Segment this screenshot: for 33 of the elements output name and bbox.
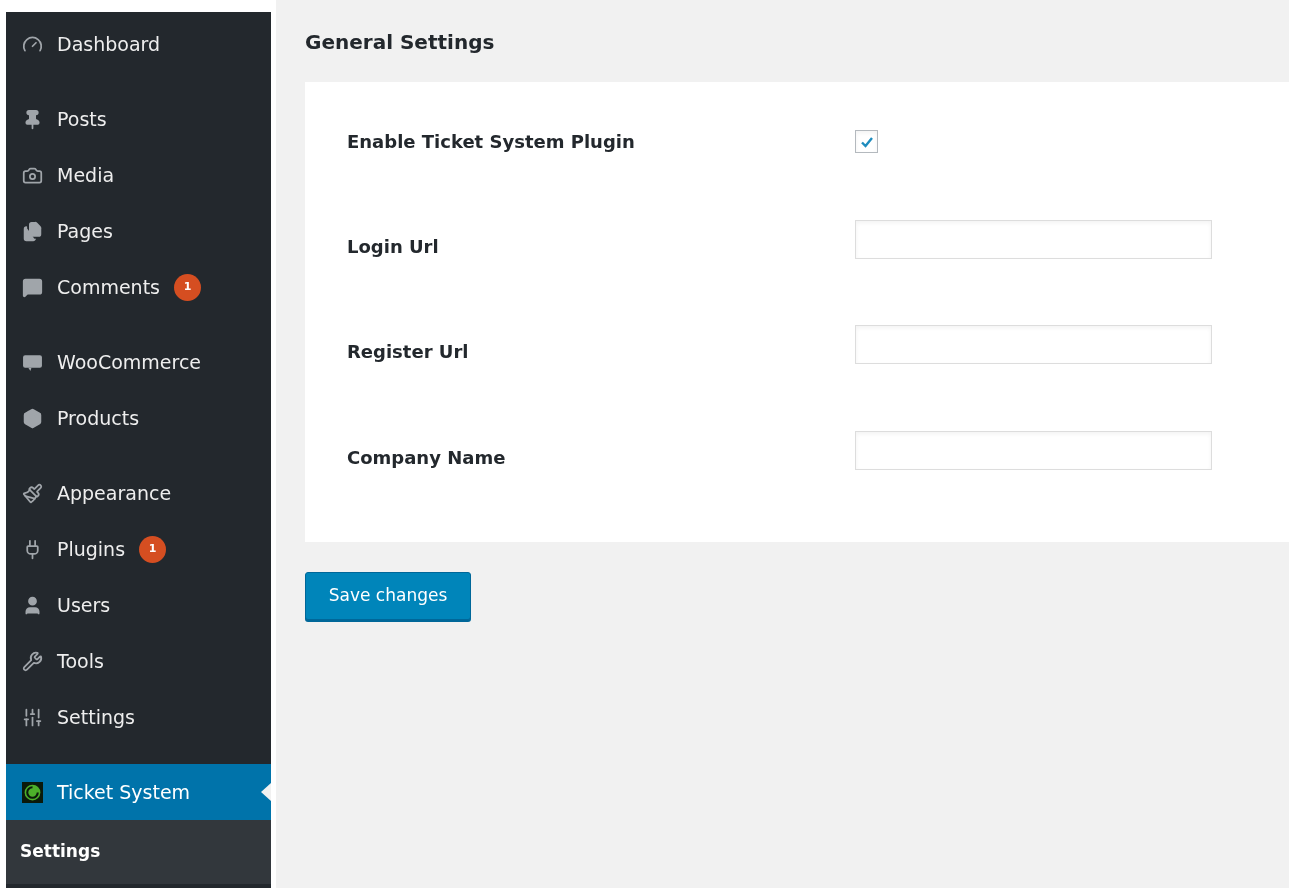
sliders-icon xyxy=(22,706,43,728)
wrench-icon xyxy=(22,650,43,672)
sidebar-item[interactable]: Dashboard xyxy=(6,16,271,72)
sidebar-item[interactable]: Products xyxy=(6,390,271,446)
text-field[interactable] xyxy=(855,325,1212,364)
sidebar-item[interactable]: Comments 1 xyxy=(6,259,271,315)
sidebar-item[interactable]: Appearance xyxy=(6,465,271,521)
text-field[interactable] xyxy=(855,430,1212,470)
sidebar-item[interactable]: Posts xyxy=(6,91,271,147)
sidebar-item[interactable]: Ticket System xyxy=(6,764,271,820)
sidebar-item[interactable]: Tools xyxy=(6,633,271,689)
field-label: Login Url xyxy=(347,234,440,259)
field-label: Enable Ticket System Plugin xyxy=(347,130,636,154)
save-button[interactable]: Save changes xyxy=(305,572,471,620)
count-badge: 1 xyxy=(174,273,201,301)
sidebar-item[interactable]: Settings xyxy=(6,689,271,745)
field-label: Register Url xyxy=(347,340,470,364)
sidebar-item[interactable]: Users xyxy=(6,577,271,633)
speech-bubble-icon xyxy=(22,276,43,298)
ticket-logo-icon xyxy=(22,781,43,803)
field-label: Company Name xyxy=(347,445,507,470)
sidebar-item[interactable]: Media xyxy=(6,147,271,203)
pages-icon xyxy=(22,220,43,242)
count-badge: 1 xyxy=(139,535,167,563)
sidebar-item[interactable]: Pages xyxy=(6,203,271,259)
page-title: General Settings xyxy=(305,29,496,56)
paintbrush-icon xyxy=(22,482,43,504)
box-icon xyxy=(22,407,43,429)
sidebar-item[interactable]: WooCommerce xyxy=(6,334,271,390)
submenu-item[interactable]: Settings xyxy=(6,832,271,872)
checkbox[interactable] xyxy=(855,130,878,153)
sidebar-item[interactable]: Plugins 1 xyxy=(6,521,271,577)
text-field[interactable] xyxy=(855,219,1212,259)
